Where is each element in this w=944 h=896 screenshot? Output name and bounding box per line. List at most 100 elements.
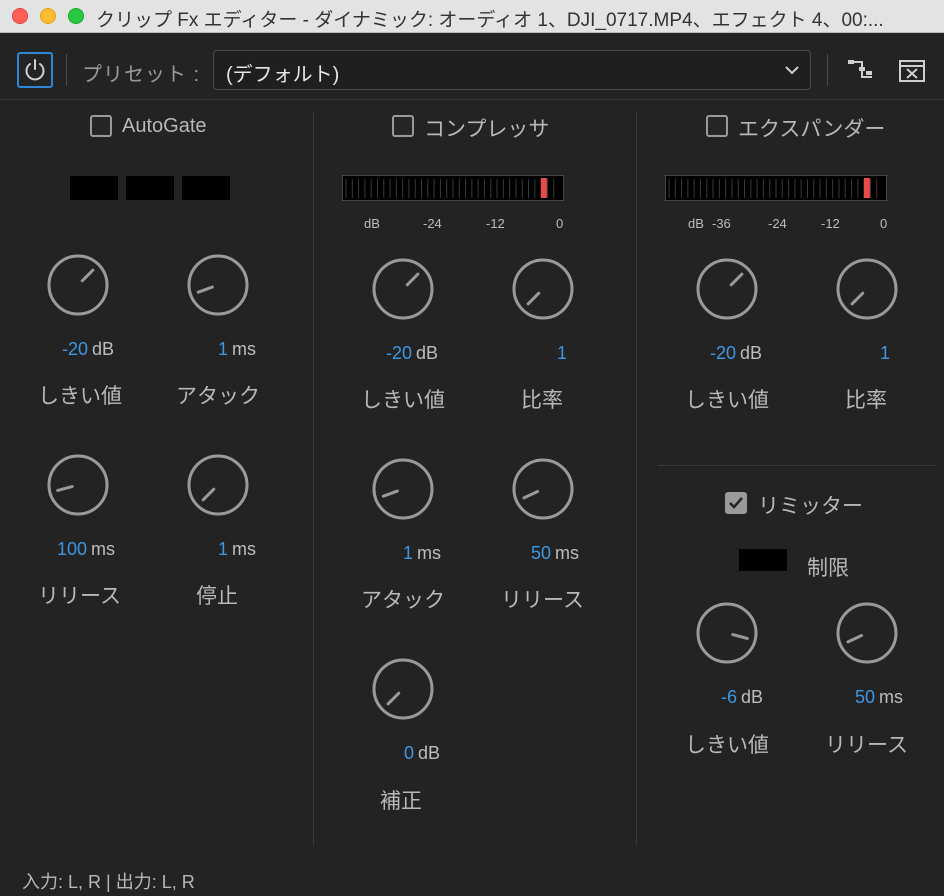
knob-indicator xyxy=(56,485,74,492)
release-value[interactable]: 50 ms xyxy=(531,543,579,564)
expander-meter xyxy=(665,175,887,201)
minimize-window-button[interactable] xyxy=(40,8,56,24)
release-knob[interactable] xyxy=(511,457,575,521)
ratio-label: 比率 xyxy=(845,389,887,412)
preset-value: (デフォルト) xyxy=(226,64,340,86)
column-divider xyxy=(313,112,314,845)
threshold-label: しきい値 xyxy=(361,389,445,412)
release-label: リリース xyxy=(825,734,908,757)
knob-ring xyxy=(187,454,249,516)
routing-icon[interactable] xyxy=(846,57,874,83)
meter-tick: -12 xyxy=(486,216,505,231)
knob-indicator xyxy=(526,291,541,306)
threshold-label: しきい値 xyxy=(38,385,122,408)
knob-indicator xyxy=(850,291,865,306)
window-title: クリップ Fx エディター - ダイナミック: オーディオ 1、DJI_0717… xyxy=(96,10,884,31)
knob-ring xyxy=(836,602,898,664)
makeup-gain-value[interactable]: 0 dB xyxy=(404,743,440,764)
ratio-label: 比率 xyxy=(521,389,563,412)
limiter-checkbox[interactable] xyxy=(725,492,747,514)
knob-indicator xyxy=(80,268,95,283)
expander-checkbox[interactable] xyxy=(706,115,728,137)
section-divider xyxy=(658,465,936,466)
threshold-value[interactable]: -20 dB xyxy=(386,343,438,364)
compressor-label: コンプレッサ xyxy=(424,118,550,141)
knob-indicator xyxy=(846,634,864,644)
knob-ring xyxy=(696,602,758,664)
threshold-knob[interactable] xyxy=(695,601,759,665)
limit-indicator xyxy=(739,549,787,571)
hold-knob[interactable] xyxy=(186,453,250,517)
hold-value[interactable]: 1 ms xyxy=(218,539,256,560)
knob-ring xyxy=(512,258,574,320)
threshold-label: しきい値 xyxy=(685,389,769,412)
threshold-value[interactable]: -6 dB xyxy=(721,687,763,708)
release-value[interactable]: 100 ms xyxy=(57,539,115,560)
meter-tick: -36 xyxy=(712,216,731,231)
compressor-meter xyxy=(342,175,564,201)
ratio-value[interactable]: 1 xyxy=(557,343,567,364)
ratio-knob[interactable] xyxy=(511,257,575,321)
meter-tick: 0 xyxy=(880,216,888,231)
release-knob[interactable] xyxy=(835,601,899,665)
knob-ring xyxy=(47,454,109,516)
makeup-gain-label: 補正 xyxy=(380,790,422,813)
meter-tick: 0 xyxy=(556,216,564,231)
release-value[interactable]: 50 ms xyxy=(855,687,903,708)
release-label: リリース xyxy=(38,585,121,608)
preset-dropdown[interactable]: (デフォルト) xyxy=(213,50,811,90)
meter-peak-indicator xyxy=(540,178,547,198)
knob-ring xyxy=(372,458,434,520)
preset-label: プリセット : xyxy=(82,64,201,86)
limiter-label: リミッター xyxy=(758,495,863,518)
power-button[interactable] xyxy=(17,52,53,88)
knob-indicator xyxy=(381,489,399,498)
threshold-value[interactable]: -20 dB xyxy=(710,343,762,364)
ratio-value[interactable]: 1 xyxy=(880,343,890,364)
meter-tick: -12 xyxy=(821,216,840,231)
zoom-window-button[interactable] xyxy=(68,8,84,24)
knob-indicator xyxy=(201,487,216,502)
attack-value[interactable]: 1 ms xyxy=(218,339,256,360)
release-knob[interactable] xyxy=(46,453,110,517)
gate-indicator xyxy=(182,176,230,200)
attack-label: アタック xyxy=(176,385,260,408)
knob-indicator xyxy=(731,633,749,640)
ratio-knob[interactable] xyxy=(835,257,899,321)
autogate-checkbox[interactable] xyxy=(90,115,112,137)
chevron-down-icon xyxy=(785,66,799,75)
attack-knob[interactable] xyxy=(186,253,250,317)
meter-peak-indicator xyxy=(863,178,870,198)
toolbar-divider xyxy=(66,54,67,86)
close-window-button[interactable] xyxy=(12,8,28,24)
threshold-knob[interactable] xyxy=(371,257,435,321)
threshold-knob[interactable] xyxy=(46,253,110,317)
knob-ring xyxy=(512,458,574,520)
checkmark-icon xyxy=(729,497,743,509)
knob-ring xyxy=(47,254,109,316)
compressor-checkbox[interactable] xyxy=(392,115,414,137)
power-icon xyxy=(25,59,45,81)
attack-knob[interactable] xyxy=(371,457,435,521)
makeup-gain-knob[interactable] xyxy=(371,657,435,721)
column-divider xyxy=(636,112,637,845)
attack-label: アタック xyxy=(361,589,445,612)
meter-tick: -24 xyxy=(768,216,787,231)
autogate-label: AutoGate xyxy=(122,115,207,137)
knob-ring xyxy=(836,258,898,320)
knob-indicator xyxy=(729,272,744,287)
knob-ring xyxy=(187,254,249,316)
knob-indicator xyxy=(196,285,214,294)
meter-tick: dB xyxy=(688,216,704,231)
threshold-value[interactable]: -20 dB xyxy=(62,339,114,360)
io-status: 入力: L, R | 出力: L, R xyxy=(22,872,195,892)
threshold-knob[interactable] xyxy=(695,257,759,321)
knob-indicator xyxy=(386,691,401,706)
attack-value[interactable]: 1 ms xyxy=(403,543,441,564)
meter-tick: dB xyxy=(364,216,380,231)
knob-ring xyxy=(372,258,434,320)
knob-indicator xyxy=(405,272,420,287)
knob-ring xyxy=(696,258,758,320)
remove-effect-icon[interactable] xyxy=(898,59,926,83)
limit-label: 制限 xyxy=(807,557,849,580)
